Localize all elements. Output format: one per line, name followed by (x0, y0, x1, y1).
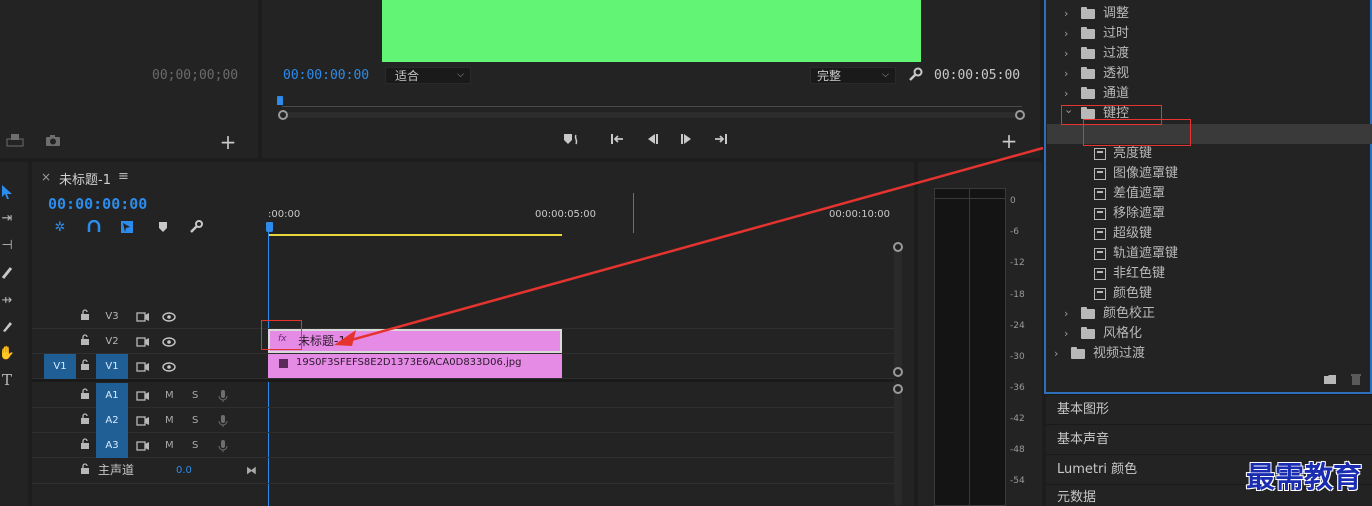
annotation-arrow (334, 146, 1044, 346)
